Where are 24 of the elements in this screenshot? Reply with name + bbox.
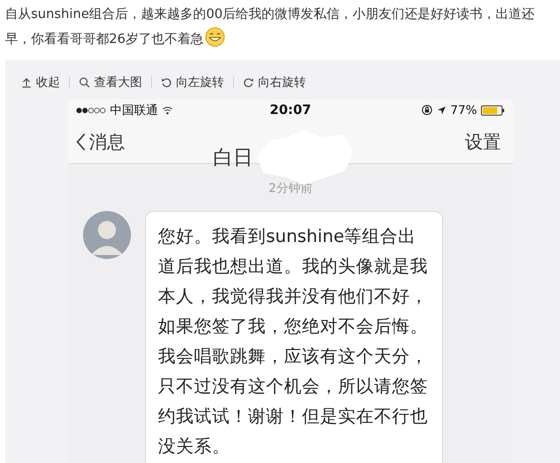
toolbar-link[interactable]: 查看大图: [79, 74, 142, 90]
wifi-icon: [162, 106, 173, 114]
signal-icon: [76, 106, 106, 114]
battery-icon: [480, 104, 505, 116]
chevron-left-icon: [76, 133, 86, 151]
rotate-left-icon: [161, 76, 172, 88]
location-arrow-icon: [437, 106, 446, 114]
toolbar-link[interactable]: 收起: [21, 74, 60, 90]
toolbar-link[interactable]: 向左旋转: [161, 74, 224, 90]
settings-link[interactable]: 设置: [465, 130, 501, 154]
carrier-name: 中国联通: [110, 102, 158, 118]
chat-title: 白日: [213, 144, 253, 170]
arrow-up-icon: [21, 76, 32, 88]
back-button[interactable]: 消息: [76, 130, 125, 154]
rotation-lock-icon: [421, 104, 434, 116]
rotate-right-icon: [243, 76, 254, 88]
battery-percent: 77%: [450, 103, 477, 117]
search-icon: [79, 76, 90, 88]
status-time: 20:07: [270, 102, 312, 118]
toolbar-link[interactable]: 向右旋转: [243, 74, 306, 90]
grin-emoji-icon: [204, 27, 225, 47]
avatar: [83, 211, 131, 259]
post-text: 自从sunshine组合后，越来越多的00后给我的微博发私信，小朋友们还是好好读书，出道还早，你看看哥哥都26岁了也不着急: [4, 6, 536, 49]
message-text: 您好。我看到sunshine等组合出道后我也想出道。我的头像就是我本人，我觉得我并没有他们不好，如果您签了我，您绝对不会后悔。我会唱歌跳舞，应该有这个天分，只不过没有这个机会，所以请您签约我试试！谢谢！但是实在不行也没关系。: [158, 227, 428, 457]
